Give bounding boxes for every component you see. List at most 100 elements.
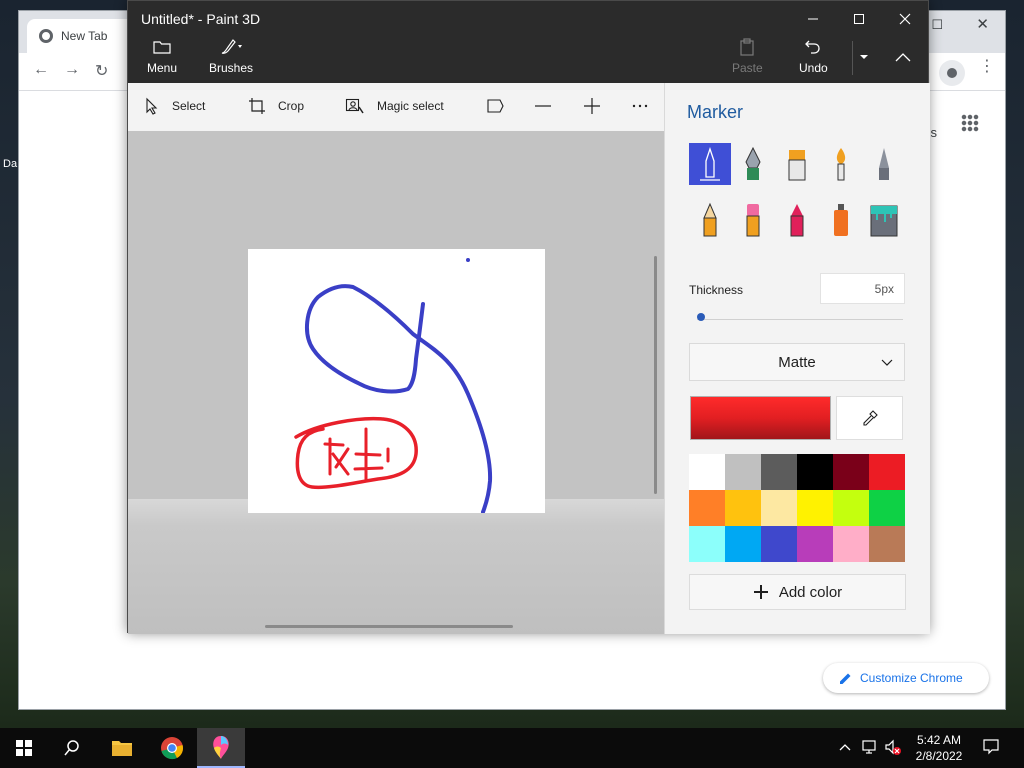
- watercolor-icon: [836, 148, 846, 181]
- select-tool[interactable]: Select: [144, 97, 205, 115]
- search-icon: [64, 740, 79, 756]
- history-dropdown-button[interactable]: [856, 49, 872, 70]
- flag-tool[interactable]: [486, 97, 504, 115]
- crop-tool[interactable]: Crop: [248, 97, 304, 115]
- zoom-in-button[interactable]: [583, 97, 601, 115]
- color-palette: [689, 454, 905, 562]
- color-swatch[interactable]: [761, 526, 797, 562]
- thickness-slider-track[interactable]: [697, 319, 903, 320]
- more-options-button[interactable]: [631, 97, 649, 115]
- marker-icon: [700, 147, 720, 181]
- chrome-maximize-button[interactable]: ☐: [931, 17, 943, 33]
- collapse-panel-button[interactable]: [894, 49, 912, 70]
- color-swatch[interactable]: [689, 454, 725, 490]
- pencil-icon: [840, 673, 851, 684]
- menu-button[interactable]: Menu: [147, 37, 177, 75]
- notification-icon: [983, 739, 999, 755]
- color-swatch[interactable]: [797, 454, 833, 490]
- google-apps-icon[interactable]: [961, 114, 979, 132]
- crayon-brush[interactable]: [776, 199, 818, 241]
- color-swatch[interactable]: [797, 526, 833, 562]
- marker-brush[interactable]: [689, 143, 731, 185]
- color-swatch[interactable]: [833, 490, 869, 526]
- file-explorer-button[interactable]: [98, 728, 146, 768]
- zoom-out-button[interactable]: [535, 97, 551, 115]
- spray-can-brush[interactable]: [820, 199, 862, 241]
- back-arrow-icon[interactable]: ←: [33, 61, 49, 79]
- fill-bucket-icon: [870, 205, 898, 237]
- chevron-down-icon: [881, 359, 893, 366]
- maximize-button[interactable]: [836, 5, 882, 33]
- search-button[interactable]: [48, 728, 96, 768]
- paste-label: Paste: [732, 61, 763, 75]
- crop-label: Crop: [278, 99, 305, 113]
- red-stroke-text: [323, 427, 390, 481]
- color-swatch[interactable]: [797, 490, 833, 526]
- chrome-tab-title: New Tab: [61, 29, 108, 43]
- color-swatch[interactable]: [869, 490, 905, 526]
- color-swatch[interactable]: [869, 454, 905, 490]
- desktop-icon-label[interactable]: Da: [3, 158, 17, 170]
- current-color-swatch[interactable]: [690, 396, 831, 440]
- magic-select-tool[interactable]: Magic select: [345, 97, 444, 115]
- paint3d-taskbar-button[interactable]: [197, 728, 245, 768]
- canvas-toolbar: Select Crop Magic select: [128, 83, 664, 131]
- taskbar: 5:42 AM 2/8/2022: [0, 728, 1024, 768]
- network-button[interactable]: [862, 739, 880, 760]
- eyedropper-button[interactable]: [836, 396, 903, 440]
- customize-chrome-button[interactable]: Customize Chrome: [823, 663, 989, 693]
- action-center-button[interactable]: [982, 738, 1000, 761]
- show-hidden-icons-button[interactable]: [838, 740, 852, 759]
- brushes-label: Brushes: [209, 61, 254, 75]
- color-swatch[interactable]: [689, 526, 725, 562]
- drawing-canvas[interactable]: [248, 249, 545, 514]
- color-swatch[interactable]: [833, 526, 869, 562]
- close-button[interactable]: [882, 5, 928, 33]
- system-clock[interactable]: 5:42 AM 2/8/2022: [914, 732, 964, 764]
- fill-bucket-brush[interactable]: [863, 199, 905, 241]
- color-swatch[interactable]: [869, 526, 905, 562]
- eraser-brush[interactable]: [732, 199, 774, 241]
- pencil-brush[interactable]: [689, 199, 731, 241]
- profile-avatar-icon[interactable]: [939, 60, 965, 86]
- select-label: Select: [172, 99, 206, 113]
- chevron-up-icon: [895, 53, 911, 62]
- color-swatch[interactable]: [761, 454, 797, 490]
- workspace[interactable]: [128, 131, 664, 634]
- chrome-menu-icon[interactable]: ⋮: [979, 59, 995, 75]
- oil-brush[interactable]: [776, 143, 818, 185]
- color-swatch[interactable]: [833, 454, 869, 490]
- calligraphy-pen-brush[interactable]: [732, 143, 774, 185]
- undo-button[interactable]: Undo: [799, 37, 828, 75]
- horizontal-scrollbar[interactable]: [265, 625, 513, 628]
- color-swatch[interactable]: [761, 490, 797, 526]
- start-button[interactable]: [0, 728, 48, 768]
- pencil-icon: [703, 202, 717, 237]
- color-swatch[interactable]: [725, 454, 761, 490]
- watercolor-brush[interactable]: [820, 143, 862, 185]
- minimize-icon: [808, 18, 818, 20]
- chrome-taskbar-button[interactable]: [148, 728, 196, 768]
- finish-dropdown[interactable]: Matte: [689, 343, 905, 381]
- chevron-up-icon: [839, 744, 851, 751]
- color-swatch[interactable]: [725, 526, 761, 562]
- paint3d-window: Untitled* - Paint 3D Menu Brushes Paste …: [127, 0, 930, 634]
- volume-muted-icon: [885, 739, 901, 755]
- color-swatch[interactable]: [689, 490, 725, 526]
- paste-button[interactable]: Paste: [732, 37, 763, 75]
- add-color-button[interactable]: Add color: [689, 574, 906, 610]
- color-swatch[interactable]: [725, 490, 761, 526]
- thickness-input[interactable]: 5px: [820, 273, 905, 304]
- volume-button[interactable]: [884, 739, 902, 762]
- minimize-button[interactable]: [790, 5, 836, 33]
- pixel-pen-brush[interactable]: [863, 143, 905, 185]
- windows-logo-icon: [16, 740, 32, 756]
- brushes-button[interactable]: Brushes: [209, 37, 253, 75]
- close-icon: [899, 13, 911, 25]
- vertical-scrollbar[interactable]: [654, 256, 657, 494]
- paint3d-titlebar: Untitled* - Paint 3D Menu Brushes Paste …: [128, 1, 928, 83]
- forward-arrow-icon[interactable]: →: [64, 61, 80, 79]
- undo-label: Undo: [799, 61, 828, 75]
- reload-icon[interactable]: ↻: [95, 61, 108, 81]
- chrome-close-button[interactable]: ✕: [976, 15, 989, 33]
